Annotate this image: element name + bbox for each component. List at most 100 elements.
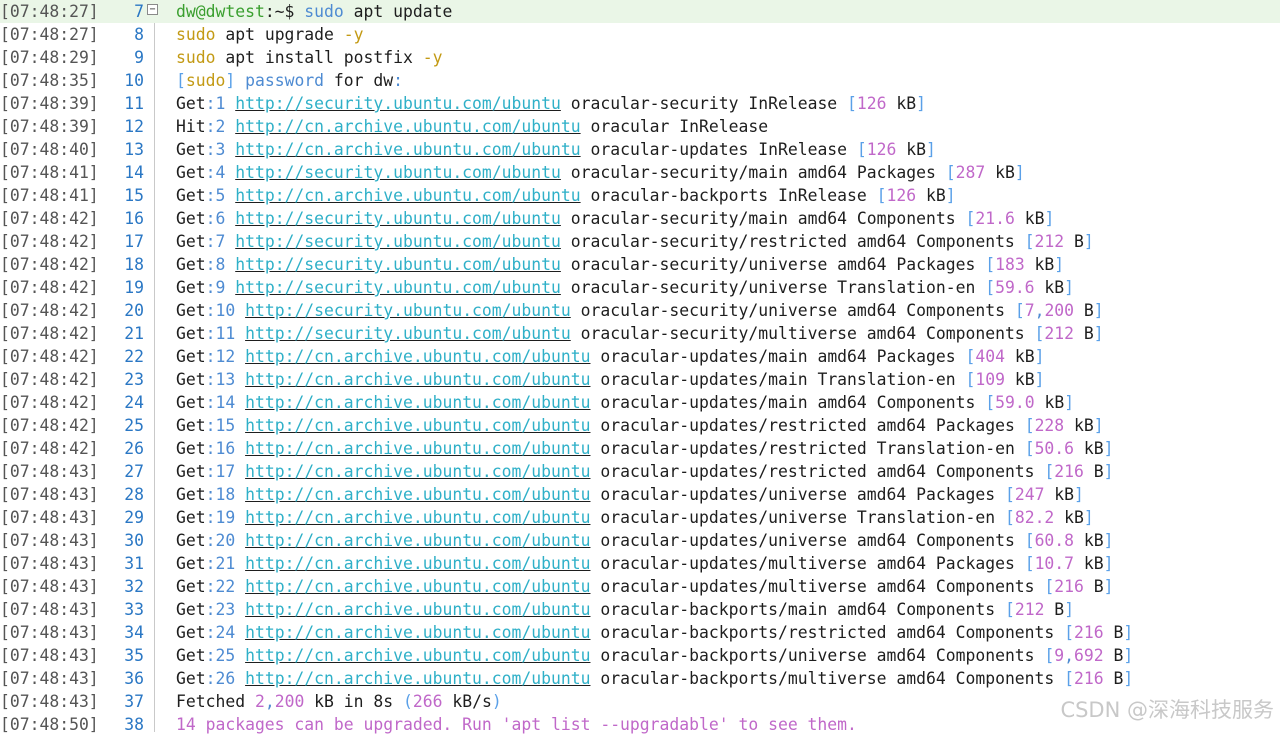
log-line: [07:48:43] 30 Get:20 http://cn.archive.ubu… [0,529,1280,552]
repo-url-link[interactable]: http://cn.archive.ubuntu.com/ubuntu [245,623,590,642]
text-segment: :20 [205,531,246,550]
text-segment: 59.6 [995,278,1035,297]
text-segment: 216 [1074,669,1104,688]
text-segment: oracular-backports/restricted amd64 Comp… [590,623,1065,642]
text-segment: oracular-backports InRelease [580,186,877,205]
text-segment: ] [1103,531,1114,550]
repo-url-link[interactable]: http://security.ubuntu.com/ubuntu [245,301,571,320]
repo-url-link[interactable]: http://cn.archive.ubuntu.com/ubuntu [245,577,590,596]
repo-url-link[interactable]: http://cn.archive.ubuntu.com/ubuntu [245,416,590,435]
text-segment: :4 [205,163,236,182]
text-segment: Get [176,232,206,251]
log-line: [07:48:41] 14 Get:4 http://security.ubuntu… [0,161,1280,184]
repo-url-link[interactable]: http://security.ubuntu.com/ubuntu [235,278,561,297]
line-number: 11 [124,94,144,113]
log-line: [07:48:43] 31 Get:21 http://cn.archive.ubu… [0,552,1280,575]
line-content: Get:3 http://cn.archive.ubuntu.com/ubunt… [176,138,936,161]
text-segment: 59.0 [995,393,1035,412]
line-content: Get:20 http://cn.archive.ubuntu.com/ubun… [176,529,1114,552]
repo-url-link[interactable]: http://cn.archive.ubuntu.com/ubuntu [235,140,580,159]
text-segment: Get [176,94,206,113]
text-segment: password [245,71,325,90]
text-segment: oracular-security/universe Translation-e… [560,278,986,297]
repo-url-link[interactable]: http://cn.archive.ubuntu.com/ubuntu [245,669,590,688]
line-content: Get:7 http://security.ubuntu.com/ubuntu … [176,230,1094,253]
line-content: Get:11 http://security.ubuntu.com/ubuntu… [176,322,1104,345]
terminal-log-viewer: [07:48:27] 7 dw@dwtest:~$ sudo apt update [… [0,0,1280,734]
repo-url-link[interactable]: http://cn.archive.ubuntu.com/ubuntu [245,646,590,665]
text-segment: 216 [1054,577,1084,596]
line-number: 32 [124,577,144,596]
text-segment: :24 [205,623,246,642]
repo-url-link[interactable]: http://cn.archive.ubuntu.com/ubuntu [245,439,590,458]
repo-url-link[interactable]: http://cn.archive.ubuntu.com/ubuntu [235,117,580,136]
text-segment: oracular-updates/multiverse amd64 Packag… [590,554,1025,573]
text-segment: Get [176,393,206,412]
line-number: 21 [124,324,144,343]
line-number: 17 [124,232,144,251]
repo-url-link[interactable]: http://security.ubuntu.com/ubuntu [235,255,561,274]
repo-url-link[interactable]: http://cn.archive.ubuntu.com/ubuntu [245,531,590,550]
fold-toggle-icon[interactable]: − [147,4,158,15]
text-segment: Get [176,255,206,274]
text-segment: oracular-security/multiverse amd64 Compo… [570,324,1035,343]
text-segment: oracular-security/main amd64 Packages [560,163,946,182]
repo-url-link[interactable]: http://cn.archive.ubuntu.com/ubuntu [245,554,590,573]
repo-url-link[interactable]: http://cn.archive.ubuntu.com/ubuntu [245,370,590,389]
log-line: [07:48:27] 7 dw@dwtest:~$ sudo apt update [0,0,1280,23]
repo-url-link[interactable]: http://cn.archive.ubuntu.com/ubuntu [245,347,590,366]
log-line: [07:48:41] 15 Get:5 http://cn.archive.ubun… [0,184,1280,207]
repo-url-link[interactable]: http://security.ubuntu.com/ubuntu [235,209,561,228]
log-line: [07:48:39] 11 Get:1 http://security.ubuntu… [0,92,1280,115]
text-segment: [ [1024,439,1035,458]
repo-url-link[interactable]: http://security.ubuntu.com/ubuntu [245,324,571,343]
text-segment: Get [176,600,206,619]
line-content: Get:22 http://cn.archive.ubuntu.com/ubun… [176,575,1114,598]
text-segment: Get [176,577,206,596]
line-number: 9 [134,48,144,67]
repo-url-link[interactable]: http://cn.archive.ubuntu.com/ubuntu [245,508,590,527]
log-line: [07:48:42] 19 Get:9 http://security.ubuntu… [0,276,1280,299]
line-number: 7 [134,2,144,21]
log-line: [07:48:42] 17 Get:7 http://security.ubuntu… [0,230,1280,253]
text-segment: ] [1123,623,1134,642]
repo-url-link[interactable]: http://security.ubuntu.com/ubuntu [235,232,561,251]
text-segment: 200 [274,692,305,711]
text-segment: :10 [205,301,246,320]
text-segment: :18 [205,485,246,504]
text-segment: ] [1103,577,1114,596]
text-segment: Get [176,623,206,642]
text-segment: kB [1074,439,1104,458]
repo-url-link[interactable]: http://security.ubuntu.com/ubuntu [235,94,561,113]
text-segment: [ [1044,646,1055,665]
text-segment: Get [176,554,206,573]
text-segment: ] [1064,393,1075,412]
text-segment: 60.8 [1034,531,1075,550]
text-segment: Get [176,163,206,182]
text-segment: kB [1044,485,1075,504]
log-line: [07:48:43] 35 Get:25 http://cn.archive.ubu… [0,644,1280,667]
line-content: Get:14 http://cn.archive.ubuntu.com/ubun… [176,391,1074,414]
repo-url-link[interactable]: http://cn.archive.ubuntu.com/ubuntu [245,462,590,481]
text-segment: :3 [205,140,236,159]
text-segment: Get [176,462,206,481]
repo-url-link[interactable]: http://cn.archive.ubuntu.com/ubuntu [245,600,590,619]
text-segment: ( [403,692,413,711]
repo-url-link[interactable]: http://security.ubuntu.com/ubuntu [235,163,561,182]
repo-url-link[interactable]: http://cn.archive.ubuntu.com/ubuntu [235,186,580,205]
line-number: 14 [124,163,144,182]
repo-url-link[interactable]: http://cn.archive.ubuntu.com/ubuntu [245,393,590,412]
line-content: Get:8 http://security.ubuntu.com/ubuntu … [176,253,1064,276]
text-segment: ] [1074,485,1084,504]
repo-url-link[interactable]: http://cn.archive.ubuntu.com/ubuntu [245,485,590,504]
text-segment: Hit [176,117,206,136]
text-segment: 404 [975,347,1005,366]
line-content: Get:18 http://cn.archive.ubuntu.com/ubun… [176,483,1084,506]
line-number: 15 [124,186,144,205]
line-content: sudo apt install postfix -y [176,46,442,69]
text-segment: for dw [324,71,394,90]
text-segment: Get [176,531,206,550]
text-segment: [ [856,140,867,159]
text-segment: ] [945,186,956,205]
text-segment: 216 [1074,623,1104,642]
